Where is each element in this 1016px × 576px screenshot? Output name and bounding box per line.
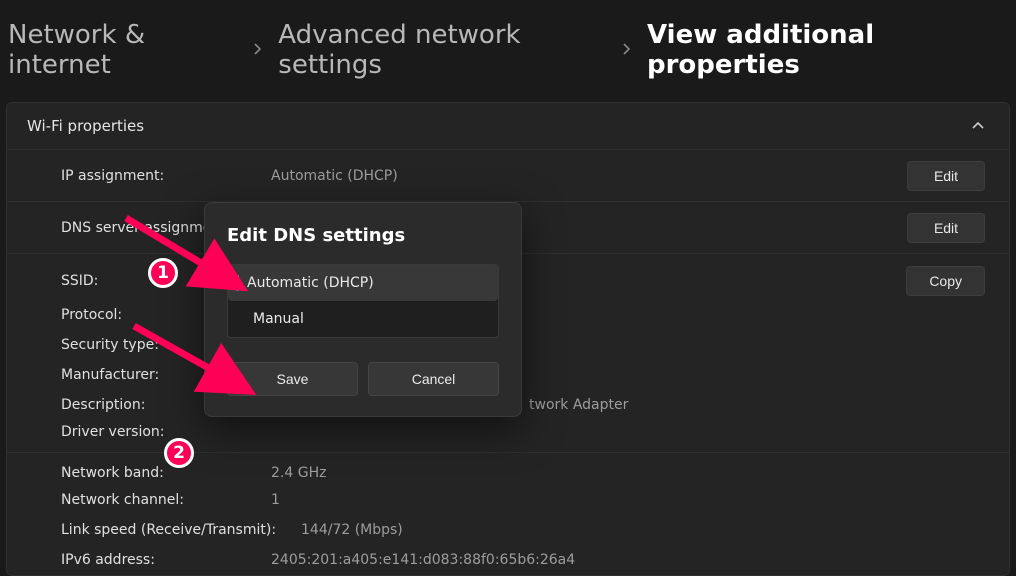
row-ip-assignment: IP assignment: Automatic (DHCP) Edit	[7, 150, 1009, 202]
row-network-channel: Network channel: 1	[7, 485, 1009, 515]
edit-dns-dialog: Edit DNS settings Automatic (DHCP) Manua…	[204, 202, 522, 417]
selection-indicator-icon	[236, 275, 239, 291]
edit-ip-button[interactable]: Edit	[907, 161, 985, 191]
row-network-band: Network band: 2.4 GHz	[7, 453, 1009, 485]
cancel-button[interactable]: Cancel	[368, 362, 499, 396]
value-network-band: 2.4 GHz	[271, 465, 985, 481]
dialog-buttons: Save Cancel	[227, 362, 499, 396]
option-label: Automatic (DHCP)	[247, 275, 374, 291]
row-link-speed: Link speed (Receive/Transmit): 144/72 (M…	[7, 515, 1009, 545]
option-label: Manual	[253, 311, 304, 327]
row-ipv6: IPv6 address: 2405:201:a405:e141:d083:88…	[7, 545, 1009, 575]
option-automatic-dhcp[interactable]: Automatic (DHCP)	[228, 265, 498, 301]
breadcrumb-current: View additional properties	[647, 20, 1008, 80]
chevron-right-icon	[621, 41, 633, 59]
label-ip-assignment: IP assignment:	[61, 168, 271, 184]
copy-button[interactable]: Copy	[906, 266, 985, 296]
panel-title: Wi-Fi properties	[27, 117, 144, 135]
label-link-speed: Link speed (Receive/Transmit):	[61, 522, 301, 538]
panel-header[interactable]: Wi-Fi properties	[7, 103, 1009, 150]
breadcrumb-advanced[interactable]: Advanced network settings	[278, 20, 607, 80]
chevron-up-icon	[971, 119, 985, 133]
edit-dns-button[interactable]: Edit	[907, 213, 985, 243]
label-ipv6: IPv6 address:	[61, 552, 271, 568]
label-driver-version: Driver version:	[61, 424, 271, 440]
breadcrumb-network[interactable]: Network & internet	[8, 20, 238, 80]
breadcrumb: Network & internet Advanced network sett…	[0, 0, 1016, 102]
value-ipv6: 2405:201:a405:e141:d083:88f0:65b6:26a4	[271, 552, 985, 568]
row-driver-version: Driver version:	[7, 420, 1009, 453]
value-ip-assignment: Automatic (DHCP)	[271, 168, 907, 184]
label-network-channel: Network channel:	[61, 492, 271, 508]
option-manual[interactable]: Manual	[228, 301, 498, 337]
dns-option-list: Automatic (DHCP) Manual	[227, 264, 499, 338]
label-network-band: Network band:	[61, 465, 271, 481]
value-link-speed: 144/72 (Mbps)	[301, 522, 985, 538]
chevron-right-icon	[252, 41, 264, 59]
value-network-channel: 1	[271, 492, 985, 508]
save-button[interactable]: Save	[227, 362, 358, 396]
dialog-title: Edit DNS settings	[227, 225, 499, 246]
